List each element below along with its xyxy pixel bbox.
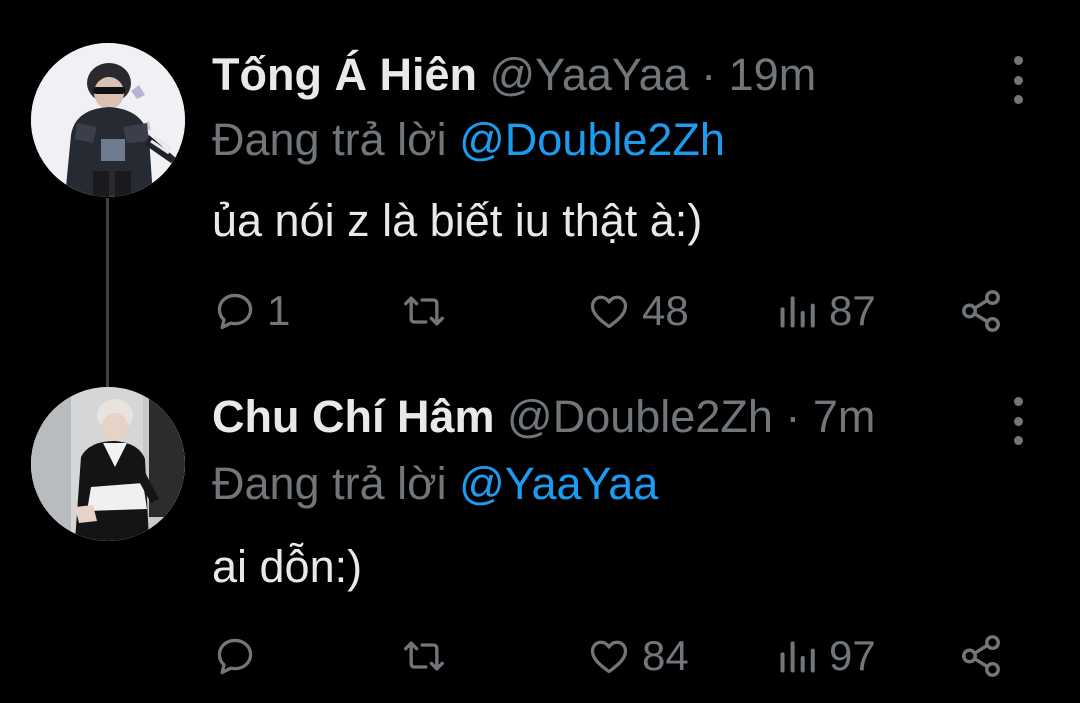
like-icon — [590, 640, 628, 674]
timestamp[interactable]: 7m — [813, 391, 876, 442]
tweet-text: ai dỗn:) — [212, 541, 363, 592]
retweet-icon — [404, 641, 444, 671]
reply-button[interactable] — [213, 631, 267, 681]
view-count: 97 — [829, 632, 876, 679]
views-icon — [780, 641, 815, 673]
replying-to: Đang trả lời @YaaYaa — [212, 456, 658, 512]
username[interactable]: @Double2Zh — [507, 391, 773, 442]
reply-icon — [217, 638, 253, 675]
display-name[interactable]: Chu Chí Hâm — [212, 391, 495, 442]
retweet-button[interactable] — [398, 631, 460, 681]
like-button[interactable]: 84 — [586, 631, 689, 681]
share-button[interactable] — [958, 631, 1004, 681]
avatar[interactable] — [31, 387, 185, 541]
share-icon — [962, 635, 1000, 677]
tweet[interactable]: Chu Chí Hâm @Double2Zh · 7m Đang trả lời… — [0, 0, 1080, 703]
like-count: 84 — [642, 632, 689, 679]
tweet-header: Chu Chí Hâm @Double2Zh · 7m — [212, 389, 875, 445]
tweet-actions: 84 97 — [0, 631, 1080, 681]
separator-dot: · — [785, 391, 801, 442]
reply-mention-link[interactable]: @YaaYaa — [459, 458, 658, 509]
views-button[interactable]: 97 — [775, 631, 876, 681]
replying-to-label: Đang trả lời — [212, 458, 447, 509]
more-options-icon[interactable] — [1004, 397, 1032, 445]
